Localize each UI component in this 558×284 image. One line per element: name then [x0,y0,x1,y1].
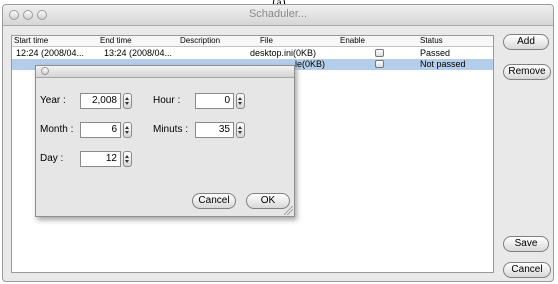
hour-field[interactable]: 0 [195,93,234,109]
arrow-down-icon[interactable] [125,131,129,134]
dialog-close-icon[interactable] [41,67,49,75]
month-label: Month : [40,124,74,135]
day-stepper[interactable] [123,151,132,167]
arrow-up-icon[interactable] [125,155,129,158]
day-label: Day : [40,153,64,164]
arrow-up-icon[interactable] [125,126,129,129]
month-stepper[interactable] [123,122,132,138]
dialog-cancel-button[interactable]: Cancel [192,193,236,209]
arrow-up-icon[interactable] [125,97,129,100]
cell-status: Not passed [420,59,466,69]
resize-grip-icon[interactable] [284,206,293,215]
remove-button[interactable]: Remove [503,64,551,80]
window-title: Schaduler... [248,8,308,20]
add-button[interactable]: Add [503,34,549,50]
column-header-status[interactable]: Status [420,36,443,46]
hour-stepper[interactable] [236,93,245,109]
arrow-up-icon[interactable] [238,97,242,100]
cell-file: desktop.ini(0KB) [250,48,317,58]
table-row[interactable]: 12:24 (2008/04... 13:24 (2008/04... desk… [12,48,493,59]
arrow-down-icon[interactable] [238,102,242,105]
minutes-stepper[interactable] [236,122,245,138]
save-button[interactable]: Save [503,236,549,252]
date-time-dialog: Year : 2,008 Hour : 0 Month : 6 Minuts :… [35,65,295,217]
month-field[interactable]: 6 [80,122,121,138]
arrow-down-icon[interactable] [125,160,129,163]
enable-checkbox[interactable] [375,60,384,68]
cell-end-time: 13:24 (2008/04... [104,48,173,58]
arrow-up-icon[interactable] [238,126,242,129]
year-field[interactable]: 2,008 [80,93,121,109]
column-header-file[interactable]: File [260,36,273,46]
minutes-field[interactable]: 35 [195,122,234,138]
minutes-label: Minuts : [153,124,189,135]
year-stepper[interactable] [123,93,132,109]
cell-status: Passed [420,48,451,58]
cancel-button[interactable]: Cancel [503,262,551,278]
arrow-down-icon[interactable] [125,102,129,105]
day-field[interactable]: 12 [80,151,121,167]
arrow-down-icon[interactable] [238,131,242,134]
dialog-title-bar[interactable] [36,66,294,78]
column-header-enable[interactable]: Enable [340,36,365,46]
scheduler-window: Schaduler... Start time End time Descrip… [2,4,554,282]
title-bar[interactable]: Schaduler... [3,5,553,26]
cell-start-time: 12:24 (2008/04... [16,48,85,58]
column-header-start-time[interactable]: Start time [14,36,48,46]
column-header-description[interactable]: Description [180,36,220,46]
year-label: Year : [40,95,66,106]
table-header: Start time End time Description File Ena… [12,36,493,47]
hour-label: Hour : [153,95,181,106]
column-header-end-time[interactable]: End time [100,36,132,46]
cell-file: le(0KB) [295,59,326,69]
enable-checkbox[interactable] [375,49,384,57]
